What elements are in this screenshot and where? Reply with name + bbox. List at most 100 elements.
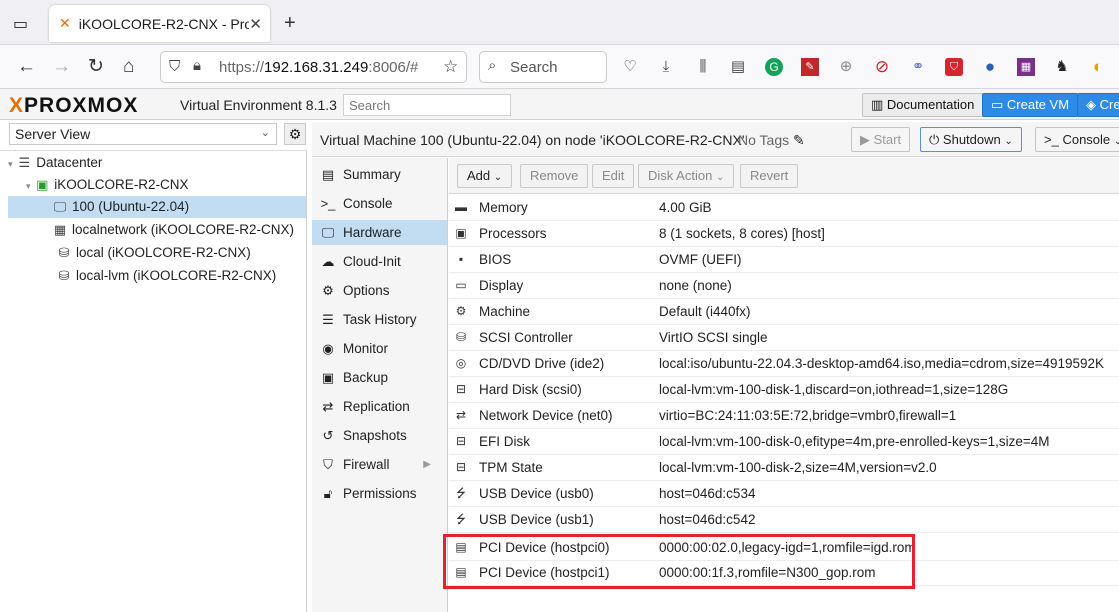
tree-item-vm-100[interactable]: 🖵︎ 100 (Ubuntu-22.04) <box>8 196 306 218</box>
collapse-icon[interactable]: ▾ <box>26 181 31 191</box>
chip-icon: ▪ <box>458 252 464 266</box>
hdd-icon: ⊟ <box>455 460 467 474</box>
chevron-down-icon[interactable]: ⌄ <box>1114 136 1119 147</box>
tab-overview-icon[interactable]: ▭ <box>13 14 28 34</box>
ublock-icon[interactable]: ⛉ <box>945 58 963 76</box>
gear-icon[interactable]: ⚙ <box>284 123 306 145</box>
pencil-icon[interactable]: ✎ <box>793 132 805 148</box>
globe-icon[interactable]: ⊕ <box>837 58 855 76</box>
tree-item-local-lvm[interactable]: ⛁ local-lvm (iKOOLCORE-R2-CNX) <box>8 265 306 287</box>
menu-monitor[interactable]: ◉ Monitor <box>312 336 447 361</box>
cloud-icon: ☁ <box>321 254 335 269</box>
library-icon[interactable]: ⫼ <box>694 58 712 76</box>
table-row[interactable]: ⊟ EFI Disk local-lvm:vm-100-disk-0,efitype… <box>449 429 1119 455</box>
pve-search-input[interactable]: Search <box>343 94 511 116</box>
usb-icon: ⭍ <box>456 486 466 500</box>
browser-search-placeholder: Search <box>510 59 558 76</box>
reload-icon[interactable]: ↻ <box>88 57 104 77</box>
remove-button[interactable]: Remove <box>520 164 589 188</box>
grammarly-icon[interactable]: G <box>765 58 783 76</box>
table-row[interactable]: ⚙ Machine Default (i440fx) <box>449 299 1119 325</box>
menu-task-history[interactable]: ☰ Task History <box>312 307 447 332</box>
vm-side-menu: ▤ Summary >_ Console 🖵︎ Hardware ☁ Cloud-Ini… <box>312 158 448 612</box>
monitor-icon: ▭ <box>991 97 1004 112</box>
node-online-icon: ▣ <box>36 177 49 192</box>
documentation-button[interactable]: ▥ Documentation <box>862 93 984 117</box>
menu-backup[interactable]: ▣ Backup <box>312 365 447 390</box>
tree-item-localnetwork[interactable]: ▦ localnetwork (iKOOLCORE-R2-CNX) <box>8 219 306 241</box>
menu-firewall[interactable]: ⛉ Firewall ▶ <box>312 452 447 477</box>
hdd-icon: ⊟ <box>455 434 467 448</box>
ext-grid-icon[interactable]: ▦ <box>1017 58 1035 76</box>
download-icon[interactable]: ⤓ <box>657 58 675 76</box>
ext-red-icon[interactable]: ✎ <box>801 58 819 76</box>
table-row[interactable]: ⊟ TPM State local-lvm:vm-100-disk-2,size=4… <box>449 455 1119 481</box>
shield-icon[interactable]: ⛉ <box>169 58 180 75</box>
tree-item-datacenter[interactable]: ▾ ☰ Datacenter <box>8 152 306 174</box>
shutdown-button[interactable]: ⏻ Shutdown ⌄ <box>920 127 1022 152</box>
link-icon[interactable]: ⚭ <box>909 58 927 76</box>
memory-icon: ▬ <box>455 200 467 214</box>
hdd-icon: ⊟ <box>455 382 467 396</box>
browser-tab[interactable]: ✕ iKOOLCORE-R2-CNX - Pro ✕ <box>49 5 270 42</box>
forward-icon[interactable]: → <box>52 57 71 77</box>
edit-button[interactable]: Edit <box>592 164 635 188</box>
proxmox-logo: XPROXMOX <box>9 94 139 117</box>
disk-action-button[interactable]: Disk Action ⌄ <box>638 164 735 188</box>
url-bar[interactable]: ⛉ 🔒︎ https://192.168.31.249:8006/# <box>160 51 467 83</box>
add-button[interactable]: Add ⌄ <box>457 164 513 188</box>
table-row[interactable]: ⊟ Hard Disk (scsi0) local-lvm:vm-100-disk-… <box>449 377 1119 403</box>
table-row[interactable]: ⛁ SCSI Controller VirtIO SCSI single <box>449 325 1119 351</box>
eye-icon: ◉ <box>322 341 334 356</box>
create-ct-button[interactable]: ◈ Cre <box>1077 93 1119 117</box>
lock-icon[interactable]: 🔒︎ <box>193 57 201 74</box>
block-icon[interactable]: ⊘ <box>873 58 891 76</box>
ext-orange-icon[interactable]: ◐ <box>1089 58 1107 76</box>
menu-permissions[interactable]: 🔓︎ Permissions <box>312 481 447 506</box>
tags-field[interactable]: No Tags ✎ <box>738 132 805 149</box>
chevron-down-icon[interactable]: ⌄ <box>1004 136 1012 147</box>
create-vm-button[interactable]: ▭ Create VM <box>982 93 1079 117</box>
start-button[interactable]: ▶ Start <box>851 127 911 152</box>
menu-hardware[interactable]: 🖵︎ Hardware <box>312 220 447 245</box>
table-row[interactable]: ◎ CD/DVD Drive (ide2) local:iso/ubuntu-22.… <box>449 351 1119 377</box>
list-icon: ☰ <box>322 312 334 327</box>
back-icon[interactable]: ← <box>17 57 36 77</box>
table-row[interactable]: ⭍ USB Device (usb1) host=046d:c542 <box>449 507 1119 533</box>
book-icon: ▥ <box>871 97 884 112</box>
table-row[interactable]: ⇄ Network Device (net0) virtio=BC:24:11:03… <box>449 403 1119 429</box>
network-grid-icon: ▦ <box>53 222 67 237</box>
ext-horse-icon[interactable]: ♞ <box>1053 58 1071 76</box>
menu-summary[interactable]: ▤ Summary <box>312 162 447 187</box>
browser-search-input[interactable]: ⌕ Search <box>479 51 607 83</box>
tab-close-icon[interactable]: ✕ <box>249 15 262 33</box>
table-row[interactable]: ▭ Display none (none) <box>449 273 1119 299</box>
chevron-down-icon: ⌄ <box>715 172 725 183</box>
tree-item-local[interactable]: ⛁ local (iKOOLCORE-R2-CNX) <box>8 242 306 264</box>
bookmark-star-icon[interactable]: ☆ <box>443 57 458 77</box>
menu-cloud-init[interactable]: ☁ Cloud-Init <box>312 249 447 274</box>
table-row[interactable]: ▪ BIOS OVMF (UEFI) <box>449 247 1119 273</box>
planet-icon[interactable]: ● <box>981 58 999 76</box>
sidebar-icon[interactable]: ▤ <box>729 58 747 76</box>
menu-console[interactable]: >_ Console <box>312 191 447 216</box>
history-icon: ↺ <box>322 428 334 443</box>
logo-x-icon: X <box>9 94 25 117</box>
table-row[interactable]: ⭍ USB Device (usb0) host=046d:c534 <box>449 481 1119 507</box>
play-icon: ▶ <box>860 132 870 147</box>
new-tab-button[interactable]: + <box>284 12 296 35</box>
home-icon[interactable]: ⌂ <box>123 57 134 77</box>
table-row[interactable]: ▣ Processors 8 (1 sockets, 8 cores) [host] <box>449 221 1119 247</box>
collapse-icon[interactable]: ▾ <box>8 159 13 169</box>
revert-button[interactable]: Revert <box>740 164 799 188</box>
menu-replication[interactable]: ⇄ Replication <box>312 394 447 419</box>
server-view-select[interactable]: Server View ⌄ <box>9 123 277 145</box>
console-button[interactable]: >_ Console ⌄ <box>1035 127 1119 152</box>
cpu-icon: ▣ <box>455 226 467 240</box>
menu-options[interactable]: ⚙ Options <box>312 278 447 303</box>
menu-snapshots[interactable]: ↺ Snapshots <box>312 423 447 448</box>
table-row[interactable]: ▬ Memory 4.00 GiB <box>449 195 1119 221</box>
hardware-toolbar: Add ⌄ Remove Edit Disk Action ⌄ Revert <box>449 158 1119 194</box>
tree-item-node[interactable]: ▾ ▣ iKOOLCORE-R2-CNX <box>8 174 306 196</box>
pocket-icon[interactable]: ♡ <box>621 58 639 76</box>
